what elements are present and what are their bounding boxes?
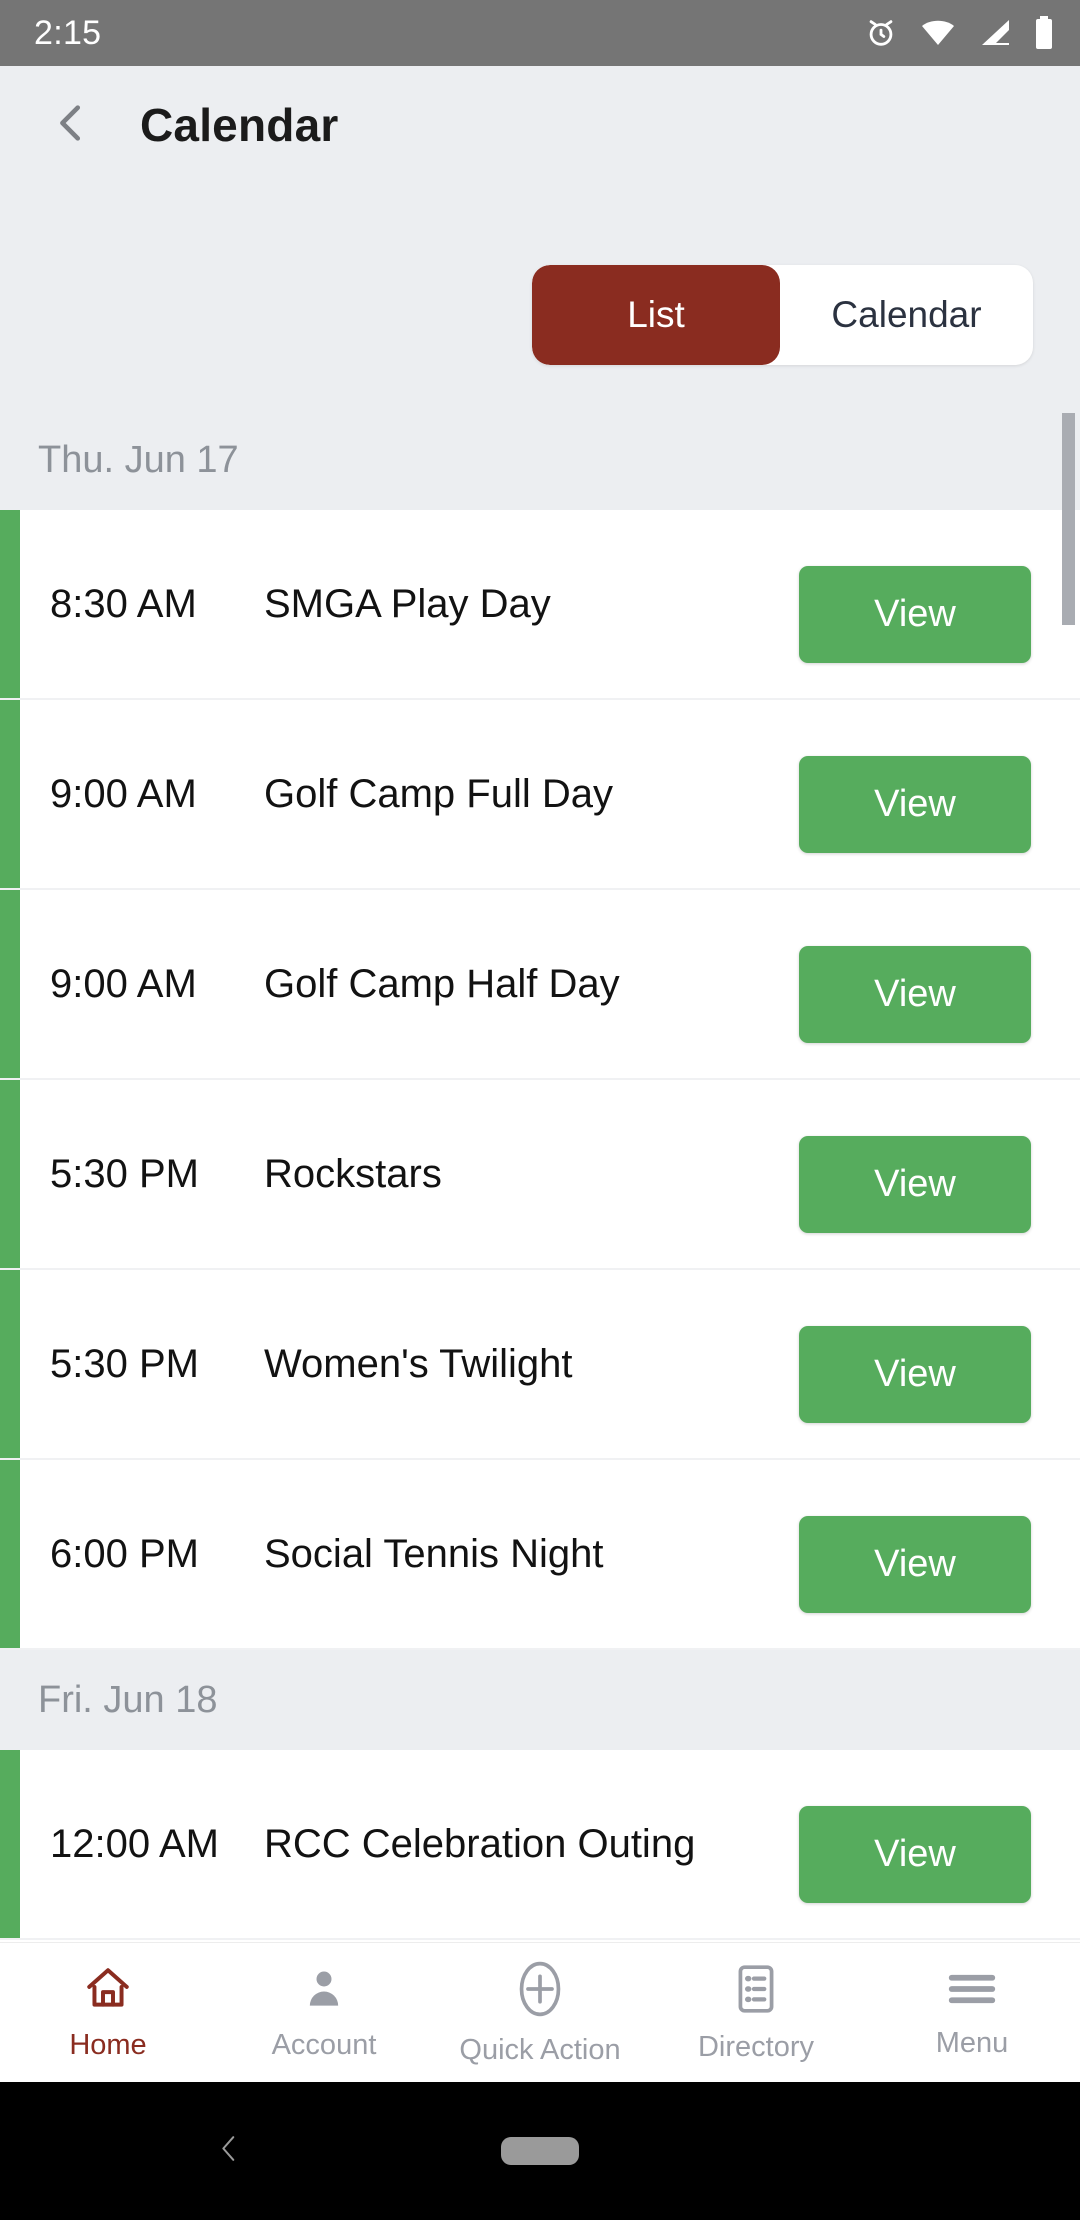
event-color-stripe	[0, 1750, 20, 1938]
event-color-stripe	[0, 510, 20, 698]
tab-list[interactable]: List	[532, 265, 780, 365]
status-icon-group	[864, 16, 1054, 50]
phone-screen: 2:15 Calendar List Calendar Thu. Jun 17 …	[0, 0, 1080, 2220]
view-toggle-wrap: List Calendar	[0, 265, 1080, 365]
view-button[interactable]: View	[799, 1805, 1031, 1903]
nav-label: Menu	[935, 2026, 1009, 2059]
day-header: Fri. Jun 18	[0, 1650, 1080, 1750]
event-title: Social Tennis Night	[264, 1531, 604, 1576]
view-button[interactable]: View	[799, 945, 1031, 1043]
nav-label: Account	[271, 2028, 377, 2061]
nav-item-directory[interactable]: Directory	[648, 1962, 864, 2064]
back-button[interactable]	[26, 79, 118, 171]
view-button[interactable]: View	[799, 1515, 1031, 1613]
nav-item-account[interactable]: Account	[216, 1964, 432, 2062]
signal-icon	[978, 18, 1012, 48]
event-time: 9:00 AM	[50, 771, 197, 816]
event-time: 5:30 PM	[50, 1151, 199, 1196]
event-color-stripe	[0, 890, 20, 1078]
status-clock: 2:15	[34, 13, 102, 52]
page-title: Calendar	[140, 99, 339, 151]
plus-circle-icon	[512, 1959, 568, 2024]
alarm-icon	[864, 16, 898, 50]
chevron-left-icon	[49, 95, 95, 156]
event-time: 12:00 AM	[50, 1821, 220, 1866]
event-row[interactable]: 6:00 PM Social Tennis Night View	[0, 1460, 1080, 1650]
event-row[interactable]: 12:00 AM RCC Celebration Outing View	[0, 1750, 1080, 1940]
bottom-navigation: Home Account Quick Action Directory Menu	[0, 1942, 1080, 2082]
event-title: Women's Twilight	[264, 1341, 573, 1386]
nav-item-home[interactable]: Home	[0, 1964, 216, 2062]
nav-item-menu[interactable]: Menu	[864, 1966, 1080, 2060]
event-row[interactable]: 9:00 AM Golf Camp Full Day View	[0, 700, 1080, 890]
nav-label: Quick Action	[459, 2033, 621, 2066]
view-button[interactable]: View	[799, 565, 1031, 663]
agenda-list[interactable]: Thu. Jun 17 8:30 AM SMGA Play Day View 9…	[0, 410, 1080, 1942]
wifi-icon	[920, 18, 956, 48]
person-icon	[298, 1964, 350, 2019]
app-bar: Calendar	[0, 66, 1080, 184]
home-icon	[81, 1964, 135, 2019]
event-title: Rockstars	[264, 1151, 442, 1196]
list-document-icon	[731, 1962, 781, 2021]
event-color-stripe	[0, 1080, 20, 1268]
day-header: Thu. Jun 17	[0, 410, 1080, 510]
event-row[interactable]: 9:00 AM Golf Camp Half Day View	[0, 890, 1080, 1080]
event-time: 9:00 AM	[50, 961, 197, 1006]
view-button[interactable]: View	[799, 1325, 1031, 1423]
system-navigation-bar	[0, 2082, 1080, 2220]
nav-label: Home	[69, 2028, 147, 2061]
nav-item-quick-action[interactable]: Quick Action	[432, 1959, 648, 2067]
event-title: RCC Celebration Outing	[264, 1821, 696, 1866]
vertical-scrollbar[interactable]	[1062, 413, 1075, 625]
view-button[interactable]: View	[799, 1135, 1031, 1233]
event-row[interactable]: 5:30 PM Rockstars View	[0, 1080, 1080, 1270]
view-toggle: List Calendar	[532, 265, 1033, 365]
system-home-pill[interactable]	[501, 2137, 579, 2165]
status-bar: 2:15	[0, 0, 1080, 66]
event-color-stripe	[0, 700, 20, 888]
battery-icon	[1034, 16, 1054, 50]
event-time: 8:30 AM	[50, 581, 197, 626]
event-color-stripe	[0, 1270, 20, 1458]
event-title: SMGA Play Day	[264, 581, 551, 626]
event-color-stripe	[0, 1460, 20, 1648]
view-button[interactable]: View	[799, 755, 1031, 853]
tab-calendar[interactable]: Calendar	[780, 265, 1033, 365]
event-time: 5:30 PM	[50, 1341, 199, 1386]
event-row[interactable]: 8:30 AM SMGA Play Day View	[0, 510, 1080, 700]
event-time: 6:00 PM	[50, 1531, 199, 1576]
system-back-icon[interactable]	[212, 2119, 246, 2184]
hamburger-icon	[945, 1966, 999, 2017]
nav-label: Directory	[697, 2030, 814, 2063]
event-title: Golf Camp Full Day	[264, 771, 613, 816]
event-title: Golf Camp Half Day	[264, 961, 620, 1006]
event-row[interactable]: 5:30 PM Women's Twilight View	[0, 1270, 1080, 1460]
